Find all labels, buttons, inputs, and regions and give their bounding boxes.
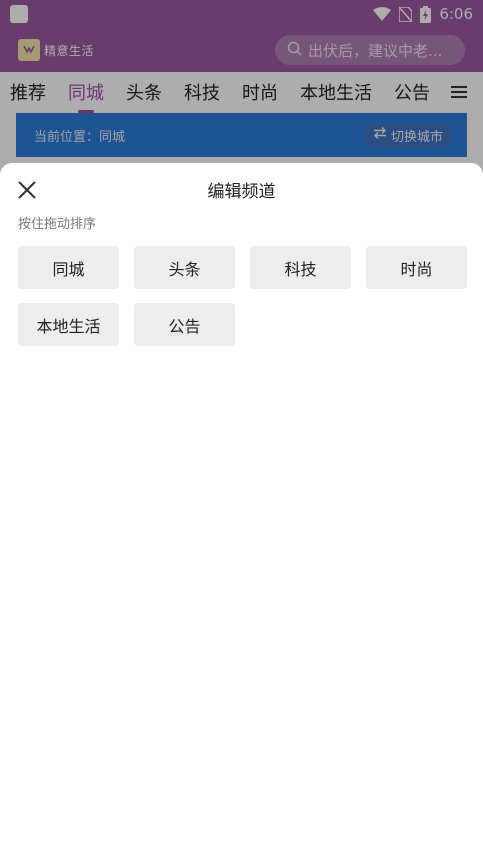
screen: 6:06 精意生活 出伏后，建议中老... 推荐 同城 头条 科技 时尚 本地生…	[0, 0, 483, 858]
channel-chip-announcement[interactable]: 公告	[134, 303, 235, 346]
channel-chip-headlines[interactable]: 头条	[134, 246, 235, 289]
drag-hint: 按住拖动排序	[18, 217, 97, 232]
channel-chip-local-city[interactable]: 同城	[18, 246, 119, 289]
channel-chip-fashion[interactable]: 时尚	[366, 246, 467, 289]
channel-chip-local-life[interactable]: 本地生活	[18, 303, 119, 346]
channel-chip-tech[interactable]: 科技	[250, 246, 351, 289]
edit-channels-sheet: 编辑频道 按住拖动排序 同城 头条 科技 时尚 本地生活 公告	[0, 163, 483, 858]
sheet-title: 编辑频道	[207, 182, 276, 202]
